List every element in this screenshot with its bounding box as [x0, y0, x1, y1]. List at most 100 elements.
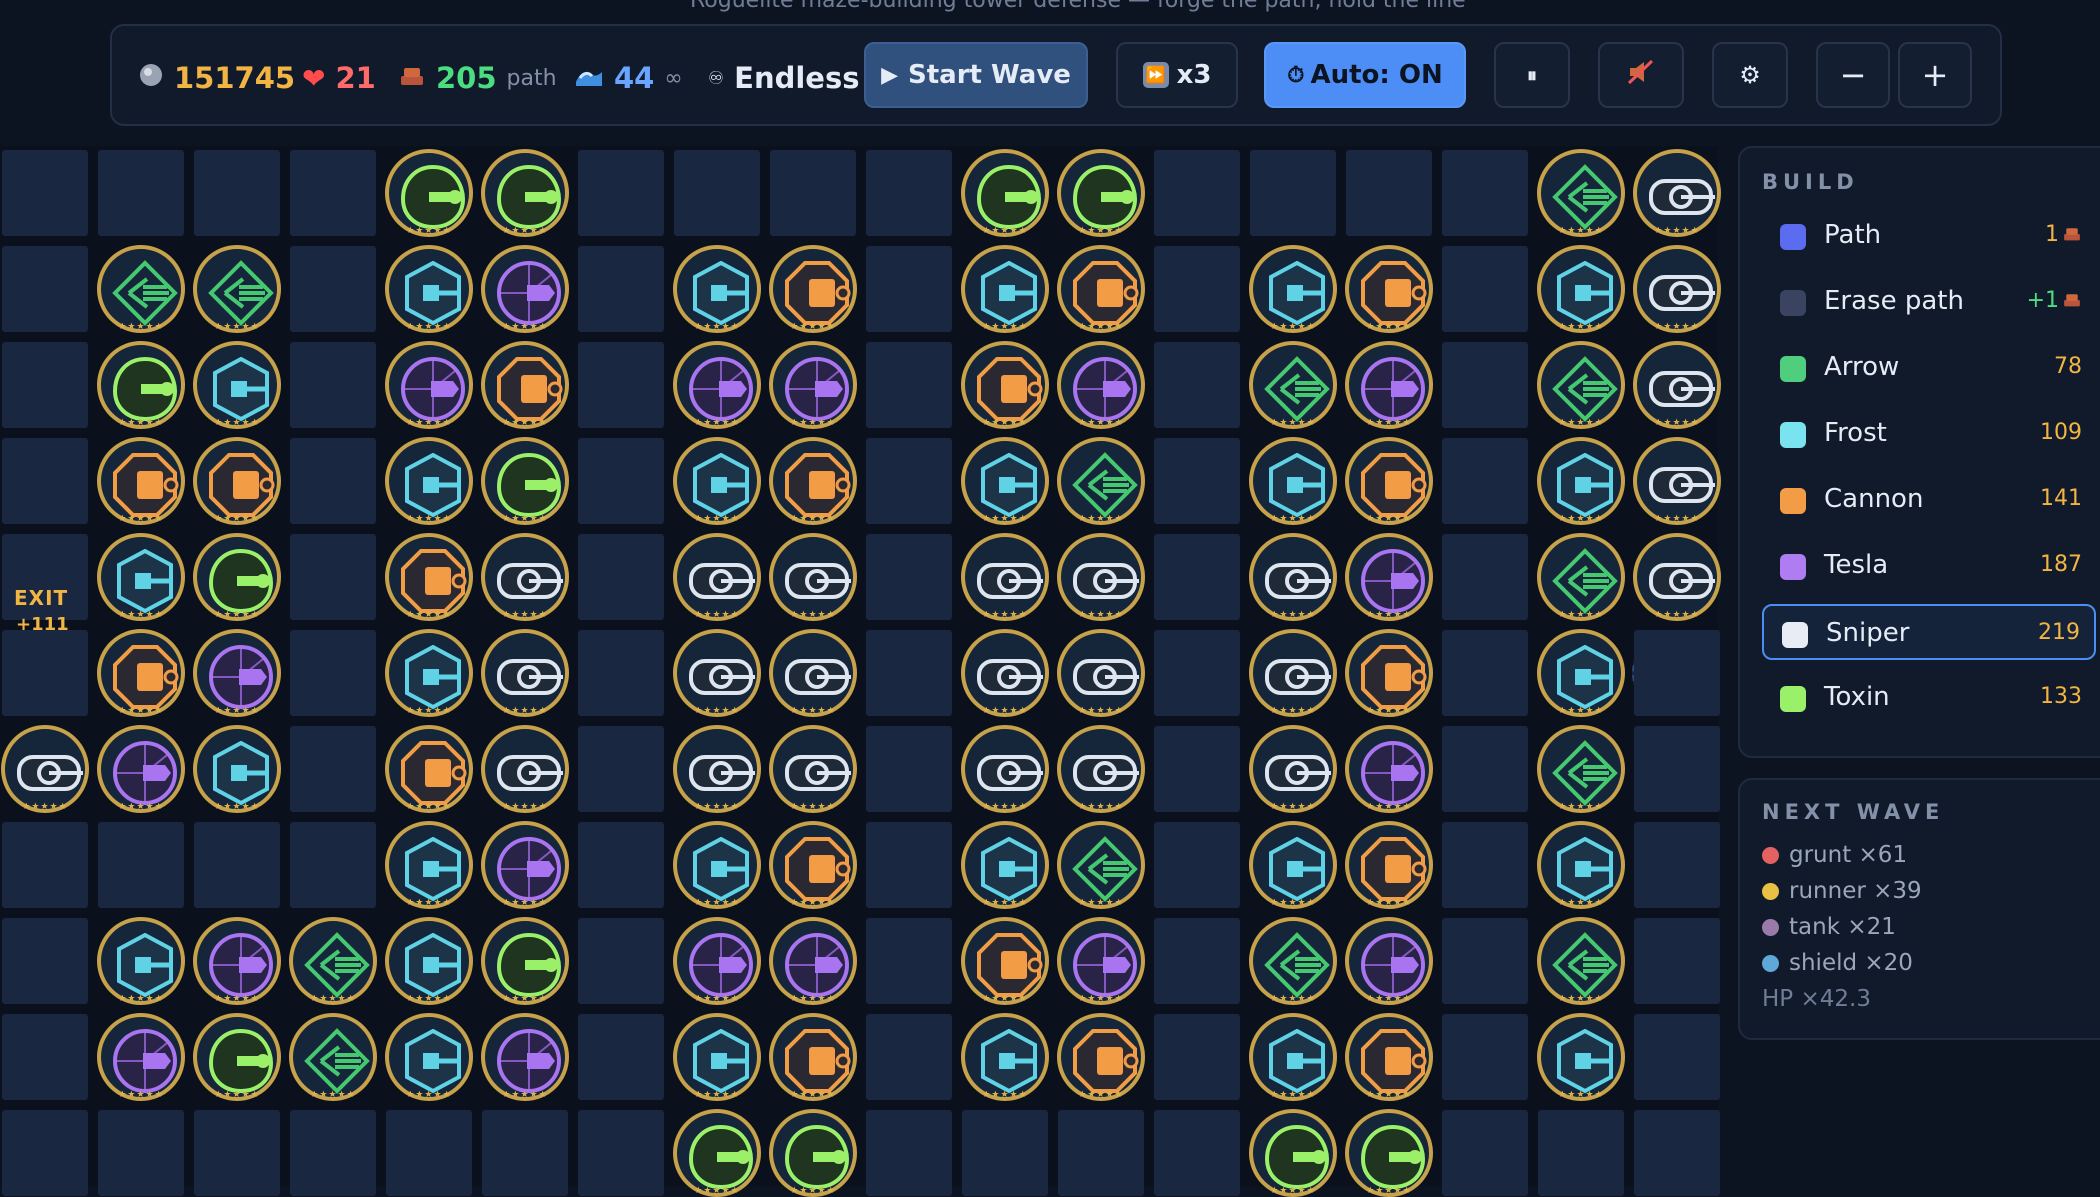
zoom-in-button[interactable]: +	[1898, 42, 1972, 108]
grid-cell[interactable]	[2, 918, 88, 1004]
sniper-tower[interactable]: ★★★★★	[673, 725, 761, 813]
arrow-tower[interactable]: ★★★★★	[1537, 341, 1625, 429]
grid-cell[interactable]	[866, 918, 952, 1004]
arrow-tower[interactable]: ★★★★★	[1057, 437, 1145, 525]
toxin-tower[interactable]: ★★★★★	[481, 149, 569, 237]
tesla-tower[interactable]: ★★★★★	[1057, 341, 1145, 429]
sniper-tower[interactable]: ★★★★★	[1633, 437, 1721, 525]
grid-cell[interactable]	[1154, 246, 1240, 332]
build-item-cannon[interactable]: Cannon 141	[1762, 472, 2096, 528]
sniper-tower[interactable]: ★★★★★	[1249, 533, 1337, 621]
sniper-tower[interactable]: ★★★★★	[961, 533, 1049, 621]
grid-cell[interactable]	[1154, 438, 1240, 524]
cannon-tower[interactable]: ★★★★★	[769, 1013, 857, 1101]
grid-cell[interactable]	[1154, 822, 1240, 908]
build-item-path[interactable]: Path 1	[1762, 208, 2096, 264]
grid-cell[interactable]	[2, 246, 88, 332]
sniper-tower[interactable]: ★★★★★	[673, 629, 761, 717]
sniper-tower[interactable]: ★★★★★	[1633, 149, 1721, 237]
auto-toggle-button[interactable]: ⏱ Auto: ON	[1264, 42, 1466, 108]
grid-cell[interactable]	[1154, 534, 1240, 620]
cannon-tower[interactable]: ★★★★★	[97, 629, 185, 717]
start-wave-button[interactable]: ▶ Start Wave	[864, 42, 1088, 108]
cannon-tower[interactable]: ★★★★★	[97, 437, 185, 525]
grid-cell[interactable]	[2, 150, 88, 236]
frost-tower[interactable]: ★★★★★	[961, 1013, 1049, 1101]
arrow-tower[interactable]: ★★★★★	[1249, 917, 1337, 1005]
toxin-tower[interactable]: ★★★★★	[97, 341, 185, 429]
sniper-tower[interactable]: ★★★★★	[1057, 629, 1145, 717]
grid-cell[interactable]	[674, 150, 760, 236]
arrow-tower[interactable]: ★★★★★	[289, 917, 377, 1005]
cannon-tower[interactable]: ★★★★★	[385, 725, 473, 813]
arrow-tower[interactable]: ★★★★★	[1537, 917, 1625, 1005]
grid-cell[interactable]	[98, 1110, 184, 1196]
tesla-tower[interactable]: ★★★★★	[1345, 533, 1433, 621]
grid-cell[interactable]	[866, 726, 952, 812]
grid-cell[interactable]	[866, 1110, 952, 1196]
tesla-tower[interactable]: ★★★★★	[769, 917, 857, 1005]
grid-cell[interactable]	[1442, 822, 1528, 908]
grid-cell[interactable]	[866, 1014, 952, 1100]
tesla-tower[interactable]: ★★★★★	[97, 1013, 185, 1101]
grid-cell[interactable]	[578, 150, 664, 236]
toxin-tower[interactable]: ★★★★★	[193, 1013, 281, 1101]
grid-cell[interactable]	[1442, 918, 1528, 1004]
cannon-tower[interactable]: ★★★★★	[1345, 629, 1433, 717]
arrow-tower[interactable]: ★★★★★	[97, 245, 185, 333]
grid-cell[interactable]	[578, 438, 664, 524]
tesla-tower[interactable]: ★★★★★	[481, 245, 569, 333]
cannon-tower[interactable]: ★★★★★	[1057, 245, 1145, 333]
grid-cell[interactable]	[290, 822, 376, 908]
frost-tower[interactable]: ★★★★★	[97, 917, 185, 1005]
cannon-tower[interactable]: ★★★★★	[481, 341, 569, 429]
tesla-tower[interactable]: ★★★★★	[481, 821, 569, 909]
sniper-tower[interactable]: ★★★★★	[769, 725, 857, 813]
grid-cell[interactable]	[1154, 342, 1240, 428]
frost-tower[interactable]: ★★★★★	[1537, 629, 1625, 717]
grid-cell[interactable]	[290, 342, 376, 428]
toxin-tower[interactable]: ★★★★★	[481, 917, 569, 1005]
tesla-tower[interactable]: ★★★★★	[193, 917, 281, 1005]
pause-button[interactable]: ⏸	[1494, 42, 1570, 108]
cannon-tower[interactable]: ★★★★★	[1345, 1013, 1433, 1101]
grid-cell[interactable]	[2, 1014, 88, 1100]
cannon-tower[interactable]: ★★★★★	[961, 917, 1049, 1005]
settings-button[interactable]: ⚙	[1712, 42, 1788, 108]
grid-cell[interactable]	[1442, 1014, 1528, 1100]
grid-cell[interactable]	[1442, 726, 1528, 812]
frost-tower[interactable]: ★★★★★	[385, 1013, 473, 1101]
arrow-tower[interactable]: ★★★★★	[1057, 821, 1145, 909]
frost-tower[interactable]: ★★★★★	[385, 629, 473, 717]
sniper-tower[interactable]: ★★★★★	[961, 629, 1049, 717]
grid-cell[interactable]	[1634, 1014, 1720, 1100]
grid-cell[interactable]	[1634, 822, 1720, 908]
grid-cell[interactable]	[866, 150, 952, 236]
grid-cell[interactable]	[482, 1110, 568, 1196]
grid-cell[interactable]	[866, 246, 952, 332]
sniper-tower[interactable]: ★★★★★	[481, 725, 569, 813]
grid-cell[interactable]	[194, 822, 280, 908]
toxin-tower[interactable]: ★★★★★	[769, 1109, 857, 1197]
tesla-tower[interactable]: ★★★★★	[673, 341, 761, 429]
grid-cell[interactable]	[866, 534, 952, 620]
frost-tower[interactable]: ★★★★★	[385, 917, 473, 1005]
grid-cell[interactable]	[1154, 630, 1240, 716]
grid-cell[interactable]	[290, 150, 376, 236]
frost-tower[interactable]: ★★★★★	[193, 341, 281, 429]
cannon-tower[interactable]: ★★★★★	[1345, 245, 1433, 333]
arrow-tower[interactable]: ★★★★★	[289, 1013, 377, 1101]
sniper-tower[interactable]: ★★★★★	[673, 533, 761, 621]
sniper-tower[interactable]: ★★★★★	[1249, 629, 1337, 717]
toxin-tower[interactable]: ★★★★★	[673, 1109, 761, 1197]
toxin-tower[interactable]: ★★★★★	[481, 437, 569, 525]
frost-tower[interactable]: ★★★★★	[1537, 437, 1625, 525]
frost-tower[interactable]: ★★★★★	[673, 821, 761, 909]
grid-cell[interactable]	[1442, 438, 1528, 524]
grid-cell[interactable]	[290, 438, 376, 524]
arrow-tower[interactable]: ★★★★★	[1537, 149, 1625, 237]
frost-tower[interactable]: ★★★★★	[673, 1013, 761, 1101]
frost-tower[interactable]: ★★★★★	[1537, 245, 1625, 333]
tesla-tower[interactable]: ★★★★★	[1057, 917, 1145, 1005]
grid-cell[interactable]	[1154, 1110, 1240, 1196]
